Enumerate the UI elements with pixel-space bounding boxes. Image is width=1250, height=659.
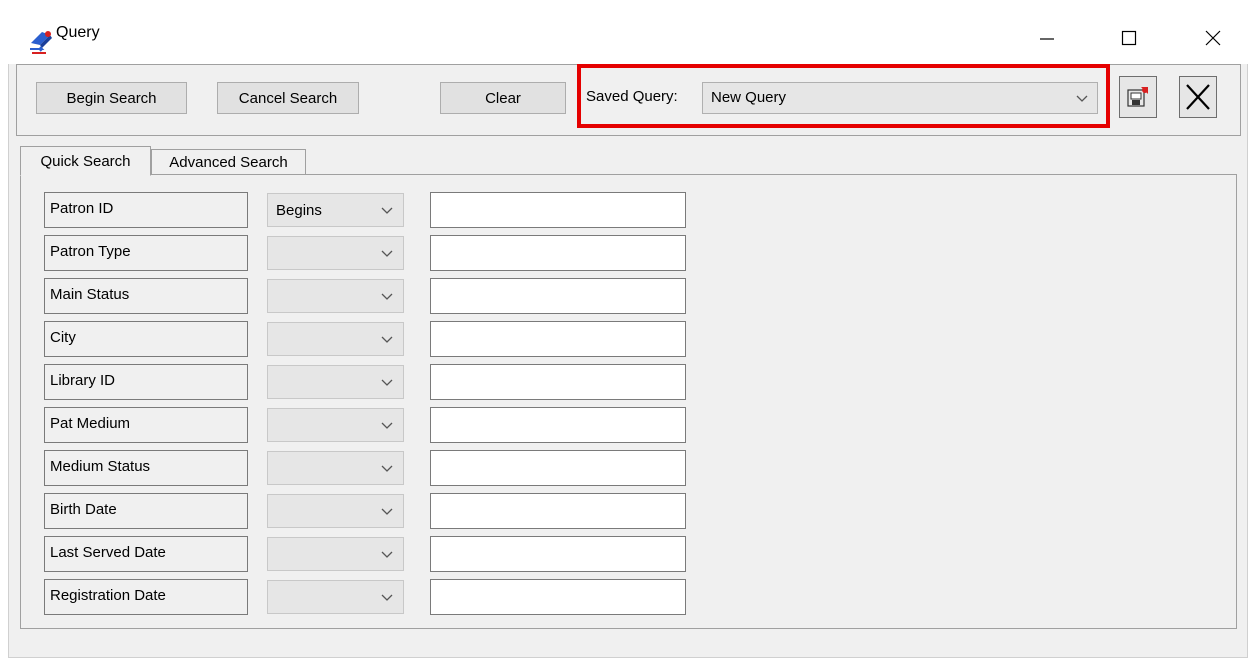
field-row-library-id: Library ID xyxy=(44,364,694,400)
chevron-down-icon xyxy=(381,379,393,386)
value-input-birth-date[interactable] xyxy=(430,493,686,529)
chevron-down-icon xyxy=(381,594,393,601)
value-input-pat-medium[interactable] xyxy=(430,407,686,443)
value-input-registration-date[interactable] xyxy=(430,579,686,615)
chevron-down-icon xyxy=(381,336,393,343)
save-query-icon xyxy=(1127,87,1148,107)
window-title: Query xyxy=(56,24,100,41)
field-row-birth-date: Birth Date xyxy=(44,493,694,529)
operator-select-last-served-date[interactable] xyxy=(267,537,404,571)
operator-select-pat-medium[interactable] xyxy=(267,408,404,442)
saved-query-label: Saved Query: xyxy=(586,88,678,105)
value-input-main-status[interactable] xyxy=(430,278,686,314)
value-input-city[interactable] xyxy=(430,321,686,357)
field-row-patron-id: Patron ID Begins xyxy=(44,192,694,228)
value-input-last-served-date[interactable] xyxy=(430,536,686,572)
field-row-medium-status: Medium Status xyxy=(44,450,694,486)
operator-select-city[interactable] xyxy=(267,322,404,356)
field-label-medium-status: Medium Status xyxy=(44,450,248,486)
field-label-library-id: Library ID xyxy=(44,364,248,400)
operator-select-library-id[interactable] xyxy=(267,365,404,399)
field-row-last-served-date: Last Served Date xyxy=(44,536,694,572)
field-label-pat-medium: Pat Medium xyxy=(44,407,248,443)
chevron-down-icon xyxy=(1076,95,1088,102)
chevron-down-icon xyxy=(381,207,393,214)
field-row-patron-type: Patron Type xyxy=(44,235,694,271)
value-input-patron-id[interactable] xyxy=(430,192,686,228)
minimize-button[interactable] xyxy=(1024,16,1070,60)
chevron-down-icon xyxy=(381,551,393,558)
value-input-library-id[interactable] xyxy=(430,364,686,400)
minimize-icon xyxy=(1040,38,1054,40)
saved-query-select[interactable]: New Query xyxy=(702,82,1098,114)
operator-select-main-status[interactable] xyxy=(267,279,404,313)
cancel-search-button[interactable]: Cancel Search xyxy=(217,82,359,114)
delete-query-icon xyxy=(1186,84,1210,110)
field-label-city: City xyxy=(44,321,248,357)
chevron-down-icon xyxy=(381,465,393,472)
field-label-patron-type: Patron Type xyxy=(44,235,248,271)
clear-button[interactable]: Clear xyxy=(440,82,566,114)
field-row-city: City xyxy=(44,321,694,357)
tab-advanced-search[interactable]: Advanced Search xyxy=(151,149,306,175)
chevron-down-icon xyxy=(381,422,393,429)
value-input-patron-type[interactable] xyxy=(430,235,686,271)
chevron-down-icon xyxy=(381,250,393,257)
field-label-patron-id: Patron ID xyxy=(44,192,248,228)
operator-select-patron-type[interactable] xyxy=(267,236,404,270)
operator-value: Begins xyxy=(276,202,322,219)
operator-select-registration-date[interactable] xyxy=(267,580,404,614)
chevron-down-icon xyxy=(381,508,393,515)
field-label-birth-date: Birth Date xyxy=(44,493,248,529)
saved-query-value: New Query xyxy=(711,89,787,106)
operator-select-birth-date[interactable] xyxy=(267,494,404,528)
field-row-main-status: Main Status xyxy=(44,278,694,314)
chevron-down-icon xyxy=(381,293,393,300)
begin-search-button[interactable]: Begin Search xyxy=(36,82,187,114)
operator-select-medium-status[interactable] xyxy=(267,451,404,485)
field-label-last-served-date: Last Served Date xyxy=(44,536,248,572)
close-button[interactable] xyxy=(1190,16,1236,60)
title-bar: Query xyxy=(8,8,1248,64)
delete-query-button[interactable] xyxy=(1179,76,1217,118)
tab-quick-search[interactable]: Quick Search xyxy=(20,146,151,176)
field-row-registration-date: Registration Date xyxy=(44,579,694,615)
operator-select-patron-id[interactable]: Begins xyxy=(267,193,404,227)
value-input-medium-status[interactable] xyxy=(430,450,686,486)
app-icon xyxy=(30,31,52,54)
field-label-registration-date: Registration Date xyxy=(44,579,248,615)
close-icon xyxy=(1205,30,1221,46)
maximize-icon xyxy=(1121,30,1137,46)
field-row-pat-medium: Pat Medium xyxy=(44,407,694,443)
maximize-button[interactable] xyxy=(1106,16,1152,60)
field-label-main-status: Main Status xyxy=(44,278,248,314)
save-query-button[interactable] xyxy=(1119,76,1157,118)
